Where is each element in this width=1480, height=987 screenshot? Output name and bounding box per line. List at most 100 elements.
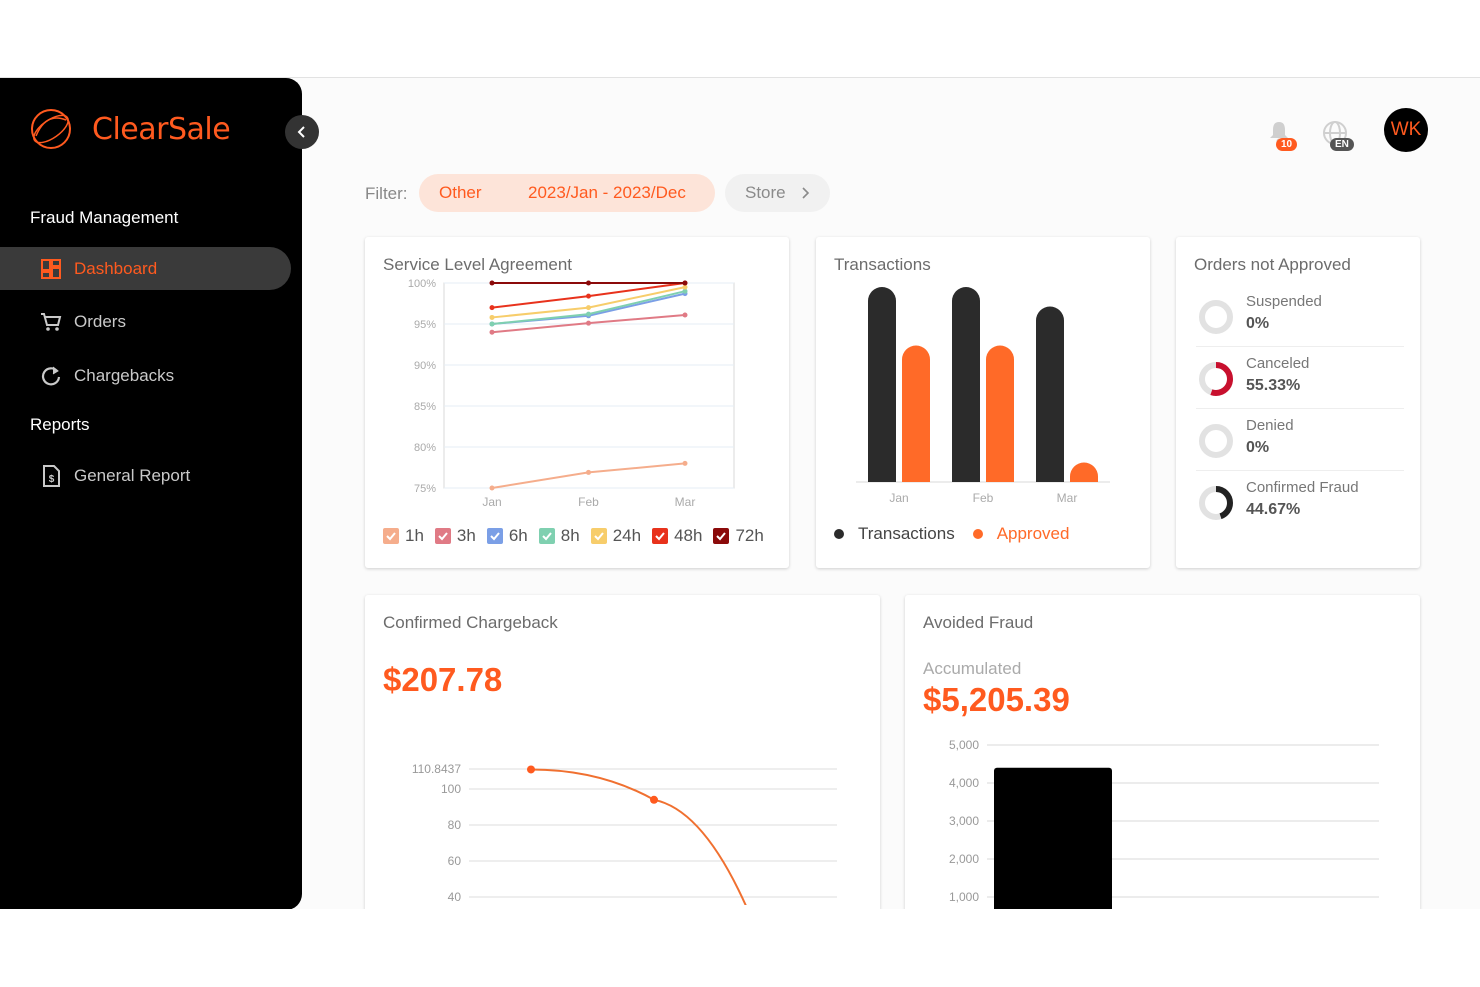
sidebar-item-orders[interactable]: Orders bbox=[0, 300, 291, 343]
cb-ytick-label: 40 bbox=[448, 890, 462, 904]
legend-item-24h[interactable]: 24h bbox=[590, 526, 642, 546]
sla-ytick-label: 85% bbox=[414, 401, 436, 413]
svg-text:$: $ bbox=[49, 474, 55, 485]
language-code-badge: EN bbox=[1330, 138, 1354, 151]
legend-item-6h[interactable]: 6h bbox=[486, 526, 528, 546]
sla-xtick-label: Mar bbox=[675, 495, 696, 509]
orders-not-approved-label: Canceled bbox=[1246, 355, 1310, 372]
orders-not-approved-row[interactable]: Denied 0% bbox=[1196, 411, 1404, 471]
avoided-fraud-card: Avoided Fraud Accumulated $5,205.39 5,00… bbox=[905, 595, 1420, 909]
legend-label: 24h bbox=[612, 526, 642, 545]
legend-label: 1h bbox=[405, 526, 424, 545]
sla-xtick-label: Jan bbox=[482, 495, 501, 509]
sla-point-3h bbox=[586, 320, 591, 326]
avoided-fraud-title: Avoided Fraud bbox=[923, 613, 1034, 632]
confirmed-chargeback-title: Confirmed Chargeback bbox=[383, 613, 558, 632]
legend-item-3h[interactable]: 3h bbox=[434, 526, 476, 546]
af-ytick-label: 3,000 bbox=[949, 814, 979, 828]
legend-item-transactions[interactable]: Transactions bbox=[834, 524, 955, 544]
legend-label: Transactions bbox=[858, 524, 955, 543]
orders-not-approved-row[interactable]: Confirmed Fraud 44.67% bbox=[1196, 473, 1404, 533]
checkbox-checked-icon[interactable] bbox=[434, 528, 451, 544]
filter-date-range: 2023/Jan - 2023/Dec bbox=[528, 183, 686, 202]
chevron-left-icon bbox=[297, 126, 305, 138]
collapse-sidebar-button[interactable] bbox=[285, 115, 319, 149]
donut-chart bbox=[1199, 486, 1233, 520]
checkbox-checked-icon[interactable] bbox=[383, 528, 399, 544]
avoided-fraud-subtitle: Accumulated bbox=[923, 659, 1022, 678]
checkbox-checked-icon[interactable] bbox=[652, 528, 669, 544]
sidebar-item-label: General Report bbox=[74, 465, 191, 485]
legend-item-8h[interactable]: 8h bbox=[538, 526, 580, 546]
document-dollar-icon: $ bbox=[43, 464, 60, 487]
cb-ytick-label: 80 bbox=[448, 818, 462, 832]
language-button[interactable]: EN bbox=[1320, 110, 1372, 151]
notifications-button[interactable]: 10 bbox=[1266, 110, 1302, 151]
filter-period-pill[interactable]: Other 2023/Jan - 2023/Dec bbox=[419, 174, 715, 212]
sla-line-chart: 100% 95% 90% 85% 80% 75% Jan Feb Mar bbox=[408, 278, 735, 509]
af-ytick-label: 1,000 bbox=[949, 890, 979, 904]
tx-xtick-label: Jan bbox=[889, 491, 908, 505]
transactions-legend: Transactions Approved bbox=[834, 524, 1087, 544]
sla-xtick-label: Feb bbox=[578, 495, 599, 509]
orders-not-approved-card: Orders not Approved Suspended 0% Canceled 5… bbox=[1176, 237, 1420, 568]
tx-bar-transactions bbox=[1036, 306, 1064, 482]
checkbox-checked-icon[interactable] bbox=[713, 528, 730, 544]
tx-bar-approved bbox=[986, 345, 1014, 482]
sla-point-24h bbox=[489, 314, 495, 320]
sidebar-item-dashboard[interactable]: Dashboard bbox=[0, 247, 291, 290]
legend-item-48h[interactable]: 48h bbox=[652, 526, 702, 546]
filter-label: Filter: bbox=[365, 184, 408, 203]
legend-item-approved[interactable]: Approved bbox=[972, 524, 1069, 544]
orders-not-approved-row[interactable]: Suspended 0% bbox=[1196, 287, 1404, 347]
cb-series-line bbox=[530, 768, 747, 905]
sidebar-item-label: Chargebacks bbox=[74, 365, 175, 385]
refresh-icon bbox=[41, 366, 61, 385]
sidebar-item-label: Orders bbox=[74, 311, 126, 331]
app-window: ClearSale Fraud Management Dashboard Ord… bbox=[0, 77, 1480, 909]
af-ytick-label: 5,000 bbox=[949, 738, 979, 752]
orders-not-approved-label: Suspended bbox=[1246, 293, 1322, 310]
donut-chart bbox=[1199, 362, 1233, 396]
brand-logo[interactable]: ClearSale bbox=[28, 106, 231, 152]
sla-point-72h bbox=[682, 280, 688, 286]
sla-ytick-label: 95% bbox=[414, 319, 436, 331]
sla-ytick-label: 100% bbox=[408, 278, 436, 290]
checkbox-checked-icon[interactable] bbox=[538, 528, 555, 544]
legend-label: 3h bbox=[456, 526, 476, 545]
transactions-card: Transactions Jan Feb Mar Transactions Appro… bbox=[816, 237, 1150, 568]
sla-ytick-label: 80% bbox=[414, 442, 436, 454]
tx-bar-transactions bbox=[952, 287, 980, 482]
header-actions: 10 EN WK bbox=[1266, 108, 1428, 152]
checkbox-checked-icon[interactable] bbox=[486, 528, 503, 544]
orders-not-approved-label: Confirmed Fraud bbox=[1246, 479, 1359, 496]
legend-item-1h[interactable]: 1h bbox=[383, 526, 424, 546]
legend-label: 72h bbox=[735, 526, 764, 545]
cb-ytick-label: 110.8437 bbox=[412, 762, 461, 776]
cart-icon bbox=[41, 312, 62, 331]
af-ytick-label: 2,000 bbox=[949, 852, 979, 866]
orbit-logo-icon bbox=[31, 109, 71, 149]
sla-point-8h bbox=[489, 321, 495, 327]
tx-bar-approved bbox=[1070, 462, 1098, 482]
sidebar-item-chargebacks[interactable]: Chargebacks bbox=[0, 354, 291, 397]
sla-point-8h bbox=[586, 311, 591, 317]
chevron-right-icon bbox=[802, 187, 809, 199]
sla-point-3h bbox=[682, 312, 688, 318]
confirmed-chargeback-value: $207.78 bbox=[383, 661, 503, 698]
sla-series-1h bbox=[491, 462, 686, 489]
orders-not-approved-row[interactable]: Canceled 55.33% bbox=[1196, 349, 1404, 409]
donut-track bbox=[1199, 300, 1233, 334]
sla-card-title: Service Level Agreement bbox=[383, 255, 572, 274]
tx-bar-transactions bbox=[868, 287, 896, 482]
user-avatar[interactable]: WK bbox=[1384, 108, 1428, 152]
store-filter-label: Store bbox=[745, 183, 786, 202]
orders-not-approved-value: 0% bbox=[1246, 315, 1270, 332]
sidebar: ClearSale Fraud Management Dashboard Ord… bbox=[0, 78, 302, 909]
checkbox-checked-icon[interactable] bbox=[590, 528, 607, 544]
legend-item-72h[interactable]: 72h bbox=[713, 526, 764, 546]
store-filter-button[interactable]: Store bbox=[725, 174, 830, 212]
cb-ytick-label: 60 bbox=[448, 854, 462, 868]
dashboard-grid-icon bbox=[41, 258, 61, 279]
sidebar-item-general-report[interactable]: $ General Report bbox=[0, 454, 291, 497]
